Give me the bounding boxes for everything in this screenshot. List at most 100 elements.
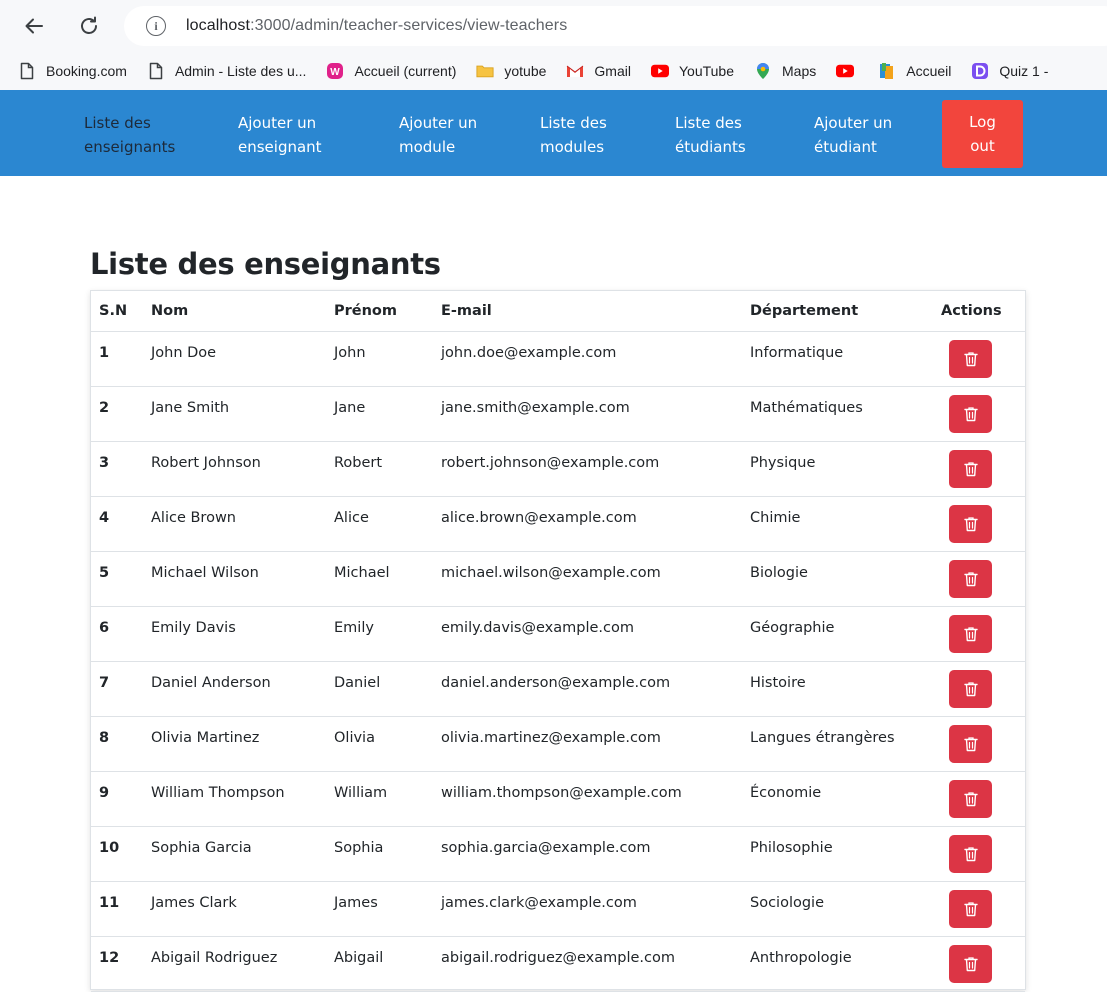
arrow-left-icon [25, 18, 43, 34]
bookmark-item[interactable]: W Accueil (current) [326, 62, 456, 80]
table-row: 4 Alice Brown Alice alice.brown@example.com… [91, 497, 1025, 552]
delete-button[interactable] [949, 890, 992, 928]
delete-button[interactable] [949, 725, 992, 763]
site-info-icon[interactable]: i [146, 16, 166, 36]
bookmark-item[interactable]: Accueil [878, 62, 951, 80]
nav-link-ajouter-module[interactable]: Ajouter un module [399, 111, 477, 159]
table-row: 1 John Doe John john.doe@example.com Informa… [91, 332, 1025, 387]
cell-prenom: Daniel [334, 675, 381, 691]
column-header-prenom: Prénom [334, 303, 398, 319]
maps-icon [754, 62, 772, 80]
delete-button[interactable] [949, 670, 992, 708]
book-icon [878, 62, 896, 80]
bookmark-item[interactable]: Gmail [566, 62, 631, 80]
nav-link-line: Liste des [540, 114, 607, 132]
cell-prenom: William [334, 785, 388, 801]
trash-icon [963, 847, 978, 862]
trash-icon [963, 352, 978, 367]
cell-email: william.thompson@example.com [441, 785, 682, 801]
cell-departement: Biologie [750, 565, 808, 581]
nav-link-line: Ajouter un [814, 114, 893, 132]
delete-button[interactable] [949, 505, 992, 543]
svg-text:W: W [331, 67, 341, 78]
bookmark-label: Accueil [906, 63, 952, 79]
trash-icon [963, 957, 978, 972]
page-icon [18, 62, 36, 80]
nav-link-liste-enseignants[interactable]: Liste des enseignants [84, 111, 175, 159]
bookmark-item[interactable] [836, 62, 864, 80]
delete-button[interactable] [949, 780, 992, 818]
delete-button[interactable] [949, 615, 992, 653]
table-row: 7 Daniel Anderson Daniel daniel.anderson@ex… [91, 662, 1025, 717]
cell-sn: 5 [99, 565, 110, 581]
cell-departement: Histoire [750, 675, 806, 691]
nav-link-liste-etudiants[interactable]: Liste des étudiants [675, 111, 746, 159]
back-button[interactable] [16, 8, 52, 44]
cell-departement: Informatique [750, 345, 844, 361]
nav-link-line: enseignants [84, 138, 176, 156]
cell-sn: 11 [99, 895, 120, 911]
trash-icon [963, 517, 978, 532]
delete-button[interactable] [949, 945, 992, 983]
table-row: 8 Olivia Martinez Olivia olivia.martinez@ex… [91, 717, 1025, 772]
bookmark-item[interactable]: Booking.com [18, 62, 127, 80]
cell-prenom: James [334, 895, 378, 911]
table-row: 3 Robert Johnson Robert robert.johnson@exam… [91, 442, 1025, 497]
delete-button[interactable] [949, 395, 992, 433]
cell-prenom: Sophia [334, 840, 384, 856]
app-navbar: Liste des enseignants Ajouter un enseignan… [0, 90, 1107, 176]
cell-nom: Sophia Garcia [151, 840, 252, 856]
cell-sn: 8 [99, 730, 110, 746]
table-header: S.N Nom Prénom E-mail Département Action… [91, 291, 1025, 332]
delete-button[interactable] [949, 560, 992, 598]
column-header-sn: S.N [99, 303, 128, 319]
bookmark-item[interactable]: Admin - Liste des u... [147, 62, 306, 80]
trash-icon [963, 902, 978, 917]
nav-link-line: Ajouter un [399, 114, 478, 132]
cell-sn: 2 [99, 400, 110, 416]
trash-icon [963, 572, 978, 587]
bookmark-item[interactable]: yotube [476, 62, 546, 80]
nav-link-ajouter-enseignant[interactable]: Ajouter un enseignant [238, 111, 322, 159]
cell-departement: Langues étrangères [750, 730, 895, 746]
url-path: :3000/admin/teacher-services/view-teache… [250, 17, 568, 34]
trash-icon [963, 462, 978, 477]
address-bar[interactable]: i localhost:3000/admin/teacher-services/… [124, 6, 1107, 46]
bookmark-item[interactable]: Quiz 1 - [971, 62, 1048, 80]
logout-label-line: Log [969, 113, 996, 131]
teachers-table: S.N Nom Prénom E-mail Département Action… [90, 290, 1026, 992]
logout-button[interactable]: Log out [942, 100, 1023, 168]
cell-nom: Daniel Anderson [151, 675, 271, 691]
youtube-icon [650, 62, 669, 80]
reload-button[interactable] [71, 8, 107, 44]
cell-nom: John Doe [151, 345, 217, 361]
cell-departement: Sociologie [750, 895, 825, 911]
trash-icon [963, 407, 978, 422]
nav-link-liste-modules[interactable]: Liste des modules [540, 111, 607, 159]
delete-button[interactable] [949, 450, 992, 488]
table-row: 9 William Thompson William william.thompson… [91, 772, 1025, 827]
cell-sn: 3 [99, 455, 110, 471]
cell-nom: Robert Johnson [151, 455, 261, 471]
cell-departement: Mathématiques [750, 400, 863, 416]
cell-email: john.doe@example.com [441, 345, 617, 361]
bookmark-label: Booking.com [46, 63, 127, 79]
table-row: 10 Sophia Garcia Sophia sophia.garcia@examp… [91, 827, 1025, 882]
cell-prenom: Emily [334, 620, 374, 636]
url-text[interactable]: localhost:3000/admin/teacher-services/vi… [186, 17, 567, 35]
delete-button[interactable] [949, 340, 992, 378]
cell-departement: Économie [750, 785, 822, 801]
bookmark-item[interactable]: YouTube [650, 62, 734, 80]
nav-link-line: Liste des [84, 114, 151, 132]
table-row: 5 Michael Wilson Michael michael.wilson@exa… [91, 552, 1025, 607]
bookmark-label: Quiz 1 - [999, 63, 1049, 79]
table-row: 2 Jane Smith Jane jane.smith@example.com Mat… [91, 387, 1025, 442]
cell-departement: Chimie [750, 510, 801, 526]
column-header-departement: Département [750, 303, 859, 319]
cell-sn: 4 [99, 510, 110, 526]
bookmark-item[interactable]: Maps [754, 62, 816, 80]
trash-icon [963, 682, 978, 697]
nav-link-line: Ajouter un [238, 114, 317, 132]
nav-link-ajouter-etudiant[interactable]: Ajouter un étudiant [814, 111, 892, 159]
delete-button[interactable] [949, 835, 992, 873]
